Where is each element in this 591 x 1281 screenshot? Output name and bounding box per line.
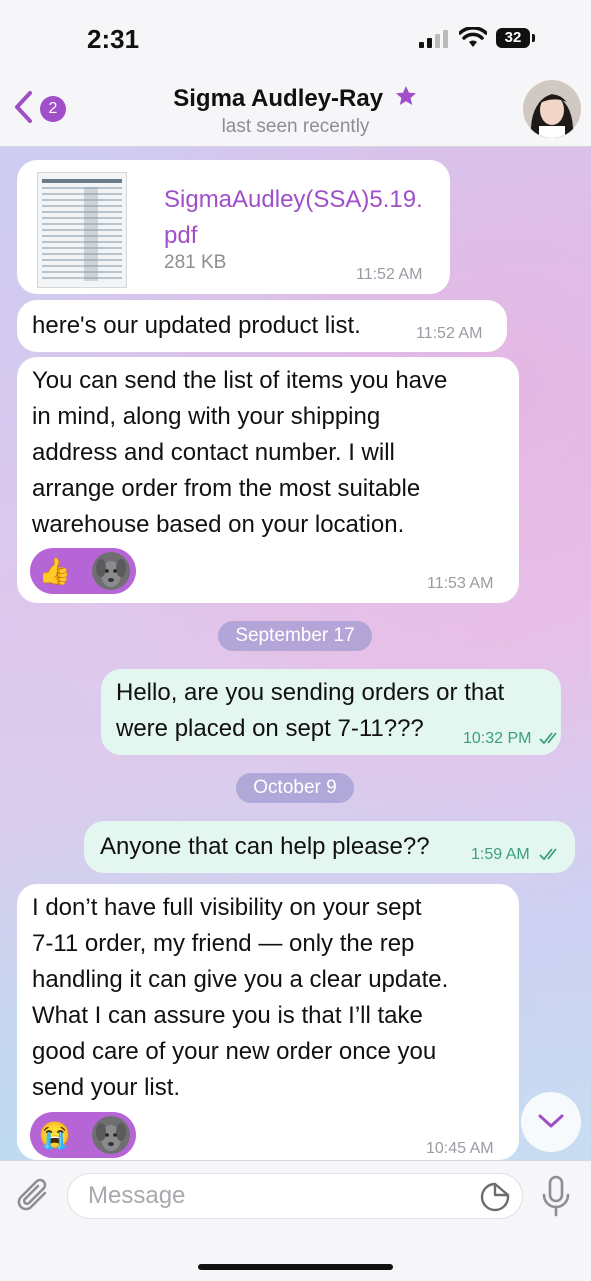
message-input[interactable] [67, 1173, 523, 1219]
crying-face-icon: 😭 [38, 1120, 72, 1150]
message-time: 11:53 AM [427, 575, 494, 592]
file-name-line: pdf [164, 222, 198, 249]
file-message[interactable]: SigmaAudley(SSA)5.19. pdf 281 KB 11:52 A… [17, 160, 450, 294]
home-indicator [198, 1264, 393, 1270]
double-check-icon [539, 732, 557, 745]
battery-icon: 32 [496, 28, 530, 48]
message-line: address and contact number. I will [32, 439, 395, 466]
message-line: good care of your new order once you [32, 1038, 437, 1065]
message-time: 10:32 PM [463, 730, 532, 747]
document-icon [42, 179, 122, 281]
message-text: You can send the list of items you have … [32, 363, 447, 543]
reaction-chip[interactable]: 😭 [30, 1112, 136, 1158]
message-line: arrange order from the most suitable [32, 475, 421, 502]
date-separator: September 17 [218, 621, 372, 651]
wifi-icon [459, 27, 487, 47]
message-time: 11:52 AM [416, 325, 483, 342]
incoming-message[interactable]: here's our updated product list. 11:52 A… [17, 300, 507, 352]
reaction-chip[interactable]: 👍 [30, 548, 136, 594]
message-line: were placed on sept 7-11??? [116, 715, 424, 742]
message-time: 11:52 AM [356, 266, 423, 283]
last-seen-status: last seen recently [221, 116, 370, 137]
signal-icon [419, 30, 449, 48]
message-time: 10:45 AM [426, 1140, 494, 1157]
message-line: handling it can give you a clear update. [32, 966, 449, 993]
avatar-image [523, 80, 581, 138]
thumbs-up-icon: 👍 [38, 556, 72, 586]
status-bar: 2:31 32 [0, 0, 591, 70]
contact-name-text: Sigma Audley-Ray [173, 85, 384, 112]
file-size: 281 KB [164, 252, 227, 273]
message-composer [0, 1160, 591, 1281]
message-line: send your list. [32, 1074, 181, 1101]
incoming-message[interactable]: You can send the list of items you have … [17, 357, 519, 603]
message-line: 7-11 order, my friend — only the rep [32, 930, 415, 957]
scroll-down-button[interactable] [521, 1092, 581, 1152]
chevron-down-icon [538, 1114, 564, 1128]
chat-header: 2 Sigma Audley-Ray last seen recently [0, 70, 591, 147]
incoming-message[interactable]: I don’t have full visibility on your sep… [17, 884, 519, 1160]
message-text: Hello, are you sending orders or that we… [116, 675, 504, 747]
message-line: in mind, along with your shipping [32, 403, 381, 430]
outgoing-message[interactable]: Hello, are you sending orders or that we… [101, 669, 561, 755]
message-text: here's our updated product list. [32, 312, 361, 339]
star-icon [395, 86, 416, 105]
battery-tip [532, 34, 535, 42]
message-line: Hello, are you sending orders or that [116, 679, 505, 706]
file-name-line: SigmaAudley(SSA)5.19. [164, 186, 423, 213]
reactor-avatar [92, 1116, 130, 1154]
message-line: What I can assure you is that I’ll take [32, 1002, 423, 1029]
message-time: 1:59 AM [471, 846, 530, 863]
avatar[interactable] [523, 80, 581, 138]
outgoing-message[interactable]: Anyone that can help please?? 1:59 AM [84, 821, 575, 873]
message-text: Anyone that can help please?? [100, 833, 430, 860]
message-text: I don’t have full visibility on your sep… [32, 890, 448, 1106]
sticker-icon[interactable] [479, 1181, 511, 1213]
message-line: You can send the list of items you have [32, 367, 448, 394]
microphone-icon[interactable] [540, 1175, 572, 1219]
message-line: warehouse based on your location. [32, 511, 405, 538]
double-check-icon [539, 848, 557, 861]
attach-icon[interactable] [15, 1175, 53, 1217]
file-name[interactable]: SigmaAudley(SSA)5.19. pdf [164, 182, 423, 254]
reactor-avatar [92, 552, 130, 590]
pdf-thumbnail[interactable] [37, 172, 127, 288]
contact-name[interactable]: Sigma Audley-Ray [0, 84, 591, 113]
status-time: 2:31 [87, 24, 140, 54]
message-line: I don’t have full visibility on your sep… [32, 894, 422, 921]
date-separator: October 9 [236, 773, 354, 803]
